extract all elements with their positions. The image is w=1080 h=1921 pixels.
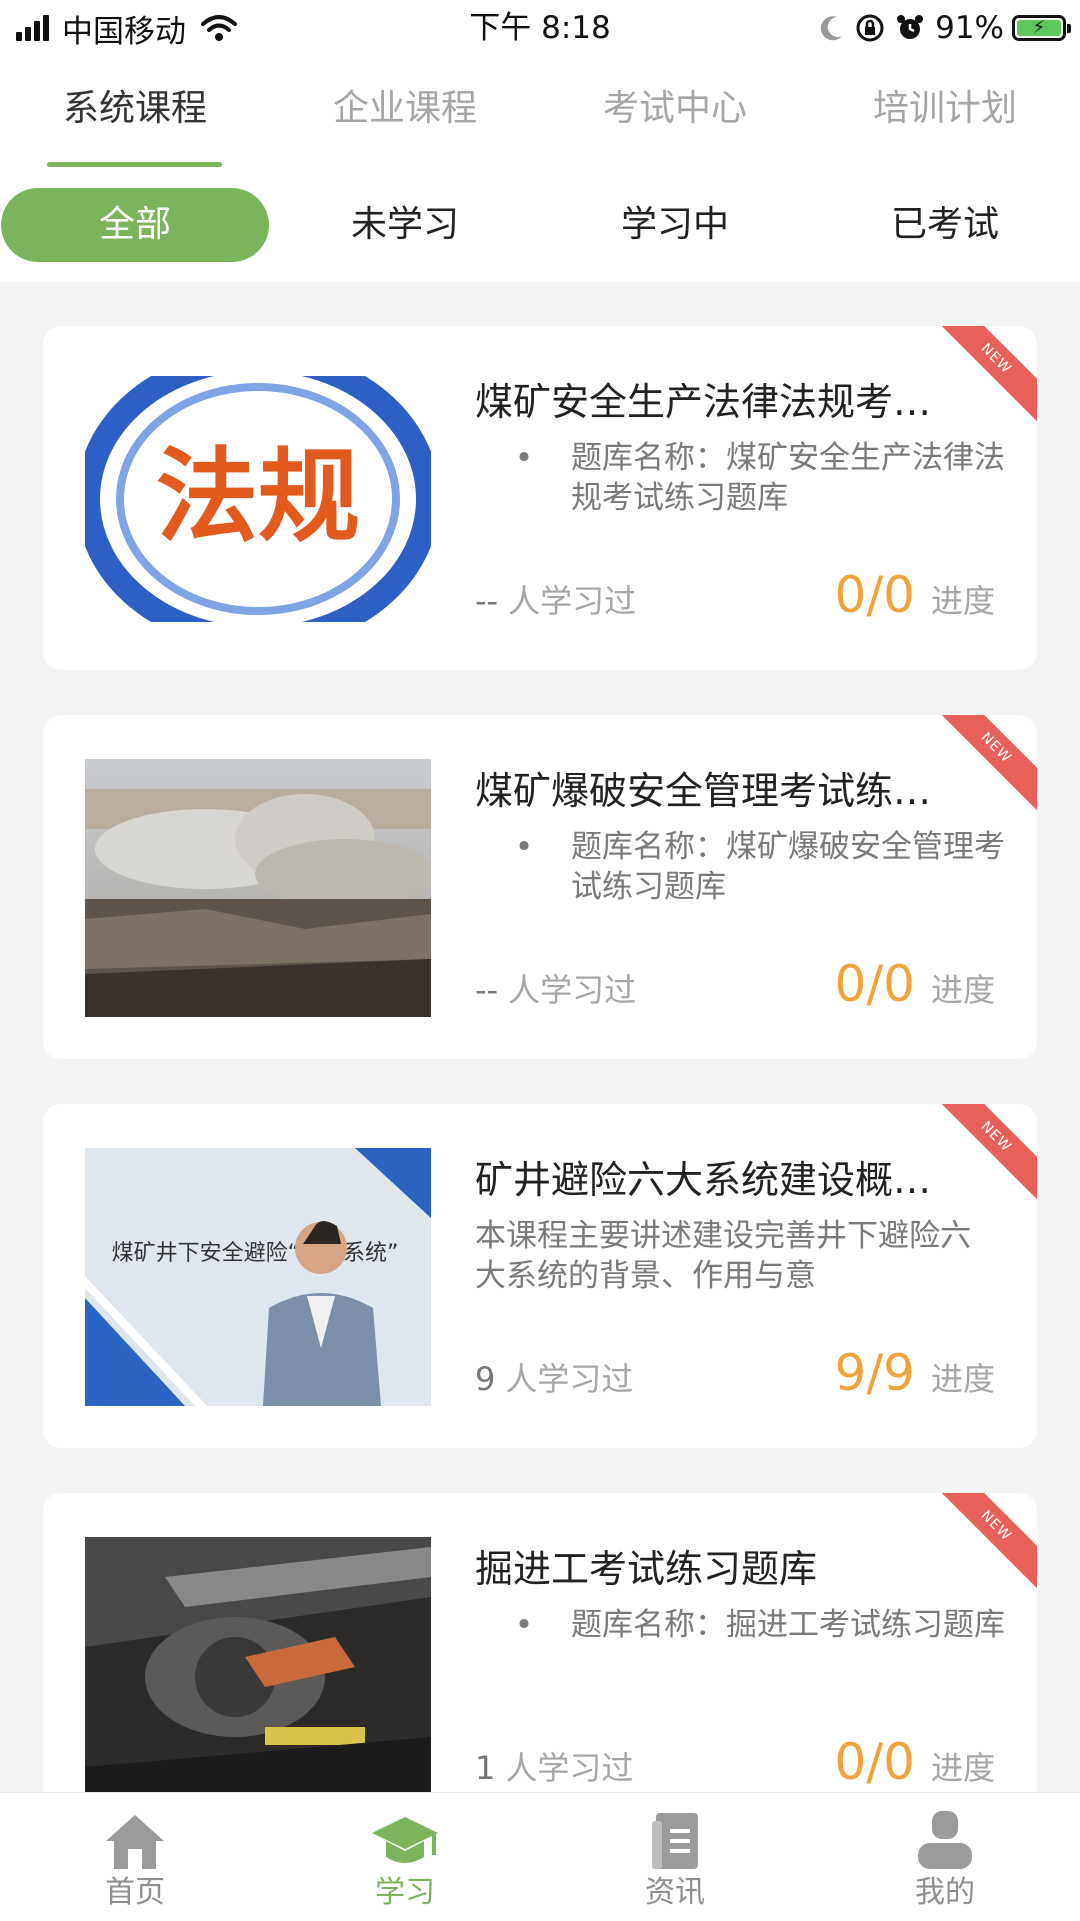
progress-info: 0/0 进度: [835, 1733, 995, 1797]
course-card[interactable]: NEW 掘进工考试练习题库 • 题库名称：掘进工考试练习题库 1 人学习过 0/…: [43, 1493, 1037, 1837]
progress-info: 0/0 进度: [835, 566, 995, 630]
learners-label: 人学习过: [505, 1749, 634, 1787]
nav-study[interactable]: 学习: [270, 1801, 540, 1917]
course-description: • 题库名称：煤矿爆破安全管理考试练习题库: [475, 827, 1015, 907]
news-icon: [652, 1813, 698, 1869]
course-desc-text: 题库名称：掘进工考试练习题库: [571, 1607, 1005, 1643]
bullet: •: [514, 1607, 534, 1643]
course-title: 矿井避险六大系统建设概…: [475, 1158, 932, 1202]
course-desc-text: 题库名称：煤矿安全生产法律法规考试练习题库: [571, 440, 1005, 516]
charging-bolt-icon: ⚡: [1017, 19, 1061, 37]
blasting-photo-image: [85, 759, 431, 1017]
thumb-label: 煤矿井下安全避险“六大系统”: [112, 1241, 399, 1266]
learners-info: -- 人学习过: [475, 576, 636, 626]
filter-all[interactable]: 全部: [1, 188, 269, 262]
status-bar: 中国移动 下午 8:18 91% ⚡: [0, 0, 1080, 56]
home-icon: [106, 1815, 164, 1869]
progress-value: 0/0: [834, 566, 915, 624]
nav-home[interactable]: 首页: [0, 1801, 270, 1917]
learners-count: --: [475, 971, 499, 1009]
nav-label: 首页: [105, 1875, 165, 1910]
regulations-logo-image: 法规: [85, 370, 431, 628]
graduation-cap-icon: [372, 1817, 438, 1863]
battery-icon: ⚡: [1012, 15, 1071, 41]
course-thumbnail: 煤矿井下安全避险“六大系统”: [85, 1148, 431, 1406]
learners-label: 人学习过: [508, 582, 637, 620]
progress-info: 9/9 进度: [835, 1344, 995, 1408]
alarm-icon: [897, 15, 924, 39]
nav-profile[interactable]: 我的: [810, 1801, 1080, 1917]
moon-icon: [820, 16, 843, 41]
course-thumbnail: [85, 1537, 431, 1795]
active-tab-indicator: [47, 162, 222, 167]
progress-value: 0/0: [834, 1733, 915, 1791]
learners-info: -- 人学习过: [475, 965, 636, 1015]
course-card[interactable]: NEW 法规 煤矿安全生产法律法规考… • 题库名称：煤矿安全生产法律法规考试练…: [43, 326, 1037, 670]
bullet: •: [514, 440, 534, 476]
nav-label: 学习: [375, 1875, 435, 1910]
course-description: 本课程主要讲述建设完善井下避险六大系统的背景、作用与意: [475, 1218, 971, 1294]
lecture-video-image: 煤矿井下安全避险“六大系统”: [85, 1148, 431, 1406]
status-right: 91% ⚡: [809, 8, 1071, 48]
nav-news[interactable]: 资讯: [540, 1801, 810, 1917]
learning-screen: 中国移动 下午 8:18 91% ⚡ 系统课程 企业课程 考试中心 培训计划 全…: [0, 0, 1080, 1921]
thumb-label: 法规: [156, 438, 360, 557]
learners-label: 人学习过: [505, 1360, 634, 1398]
learners-count: --: [475, 582, 499, 620]
status-filter-bar: 全部 未学习 学习中 已考试: [0, 170, 1080, 282]
course-thumbnail: 法规: [85, 370, 431, 628]
course-title: 掘进工考试练习题库: [475, 1547, 818, 1591]
battery-percent: 91%: [935, 10, 1004, 46]
course-title: 煤矿安全生产法律法规考…: [475, 380, 932, 424]
progress-value: 0/0: [834, 955, 915, 1013]
learners-count: 9: [475, 1360, 496, 1398]
course-card[interactable]: NEW 煤矿井下安全避险“六大系统” 矿井避险六大系统建设概… 本课程主要讲述建…: [43, 1104, 1037, 1448]
filter-studying[interactable]: 学习中: [540, 188, 810, 262]
learners-info: 9 人学习过: [475, 1354, 633, 1404]
course-thumbnail: [85, 759, 431, 1017]
filter-examined[interactable]: 已考试: [810, 188, 1080, 262]
nav-label: 我的: [915, 1875, 975, 1910]
rotation-lock-icon: [856, 14, 884, 42]
user-icon: [918, 1811, 972, 1869]
progress-label: 进度: [930, 1749, 995, 1787]
course-card[interactable]: NEW 煤矿爆破安全管理考试练… • 题库名称：煤矿爆破安全管理考试练习题库 -…: [43, 715, 1037, 1059]
progress-label: 进度: [930, 971, 995, 1009]
course-desc-text: 题库名称：煤矿爆破安全管理考试练习题库: [571, 829, 1005, 905]
learners-info: 1 人学习过: [475, 1743, 633, 1793]
progress-label: 进度: [930, 582, 995, 620]
course-title: 煤矿爆破安全管理考试练…: [475, 769, 932, 813]
progress-label: 进度: [930, 1360, 995, 1398]
bullet: •: [514, 829, 534, 865]
tab-system-courses[interactable]: 系统课程: [0, 84, 270, 144]
nav-label: 资讯: [645, 1875, 705, 1910]
progress-value: 9/9: [834, 1344, 915, 1402]
tab-enterprise-courses[interactable]: 企业课程: [270, 84, 540, 144]
course-description: • 题库名称：煤矿安全生产法律法规考试练习题库: [475, 438, 1015, 518]
tunneling-machine-image: [85, 1537, 431, 1795]
tab-exam-center[interactable]: 考试中心: [540, 84, 810, 144]
bottom-tab-bar: 首页 学习 资讯 我的: [0, 1792, 1080, 1921]
course-description: • 题库名称：掘进工考试练习题库: [475, 1605, 1015, 1645]
learners-label: 人学习过: [508, 971, 637, 1009]
course-category-tabs: 系统课程 企业课程 考试中心 培训计划: [0, 56, 1080, 170]
progress-info: 0/0 进度: [835, 955, 995, 1019]
tab-training-plan[interactable]: 培训计划: [810, 84, 1080, 144]
filter-not-studied[interactable]: 未学习: [270, 188, 540, 262]
learners-count: 1: [475, 1749, 496, 1787]
